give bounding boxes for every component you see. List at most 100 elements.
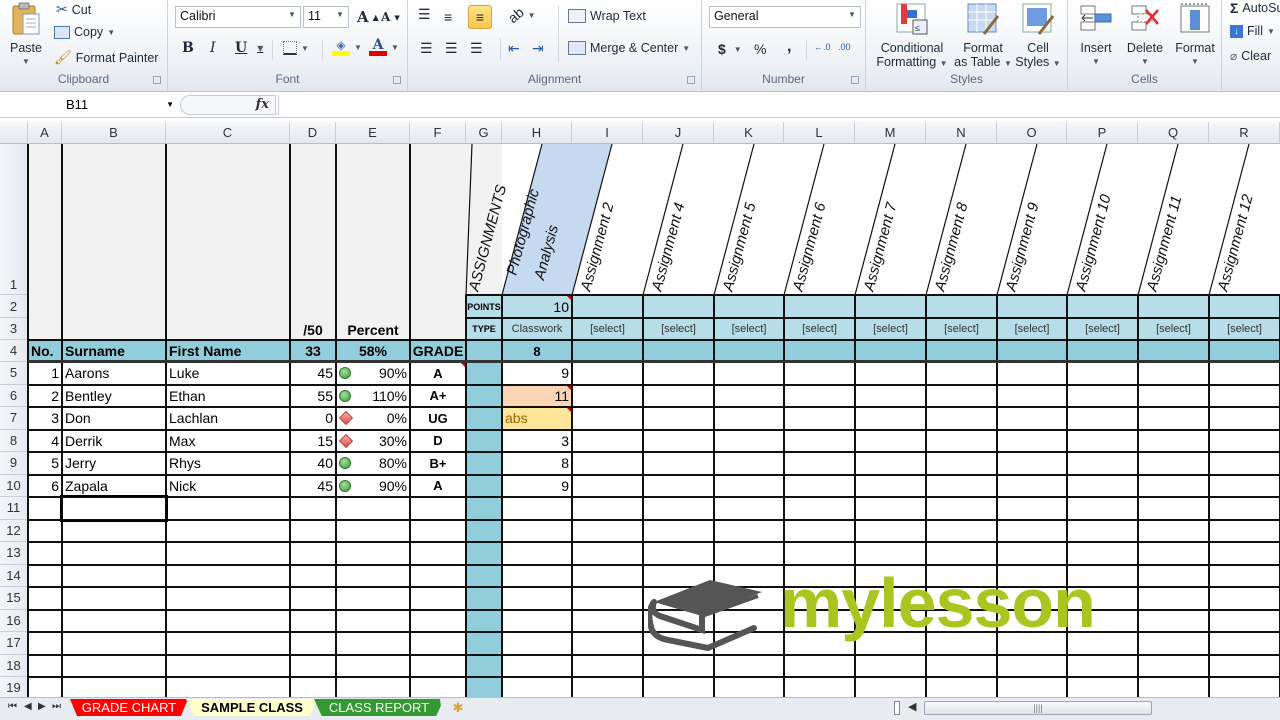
assignment-type-select[interactable]: [select]: [643, 318, 714, 340]
paste-button[interactable]: Paste ▼: [4, 2, 48, 69]
format-painter-button[interactable]: 🖌 Format Painter: [54, 49, 158, 66]
insert-sheet-button[interactable]: ✱: [440, 699, 476, 716]
student-first-name[interactable]: Luke: [166, 362, 290, 385]
row-header-8[interactable]: 8: [0, 429, 28, 452]
row-header-18[interactable]: 18: [0, 654, 28, 677]
student-surname[interactable]: Zapala: [62, 475, 166, 498]
assignment-type-select[interactable]: [select]: [784, 318, 855, 340]
student-surname[interactable]: Aarons: [62, 362, 166, 385]
fill-color-button[interactable]: ◈ ▼: [332, 38, 362, 56]
row-header-16[interactable]: 16: [0, 609, 28, 632]
student-percent[interactable]: 110%: [336, 385, 410, 408]
copy-button[interactable]: Copy ▼: [54, 25, 115, 39]
assignment-points-cell[interactable]: [714, 295, 784, 318]
student-score-cell[interactable]: 3: [502, 430, 572, 453]
student-score-cell[interactable]: 11: [502, 384, 572, 407]
insert-function-icon[interactable]: fx: [256, 97, 269, 112]
assignment-points-cell[interactable]: [855, 295, 926, 318]
student-percent[interactable]: 0%: [336, 407, 410, 430]
student-number[interactable]: 4: [28, 430, 62, 453]
next-sheet-icon[interactable]: ▶: [38, 701, 46, 712]
student-score-cell[interactable]: 9: [502, 362, 572, 385]
row-header-7[interactable]: 7: [0, 407, 28, 430]
student-surname[interactable]: Bentley: [62, 385, 166, 408]
align-left-button[interactable]: ☰: [420, 40, 433, 57]
row-header-4[interactable]: 4: [0, 340, 28, 362]
assignment-points-cell[interactable]: 10: [502, 295, 572, 318]
align-middle-button[interactable]: ≡: [444, 9, 452, 25]
student-grade[interactable]: D: [410, 430, 466, 453]
student-total[interactable]: 15: [290, 430, 336, 453]
split-handle[interactable]: [894, 701, 900, 715]
number-launcher-icon[interactable]: [851, 76, 859, 84]
student-number[interactable]: 6: [28, 475, 62, 498]
student-grade[interactable]: UG: [410, 407, 466, 430]
fill-button[interactable]: ↓ Fill ▼: [1230, 24, 1275, 38]
assignment-type-select[interactable]: [select]: [1138, 318, 1209, 340]
align-right-button[interactable]: ☰: [470, 40, 483, 57]
assignment-type-select[interactable]: Classwork: [502, 318, 572, 340]
assignment-points-cell[interactable]: [1209, 295, 1280, 318]
assignment-type-select[interactable]: [select]: [855, 318, 926, 340]
student-grade[interactable]: A: [410, 362, 466, 385]
tab-class-report[interactable]: CLASS REPORT: [314, 699, 444, 716]
font-launcher-icon[interactable]: [393, 76, 401, 84]
assignment-type-select[interactable]: [select]: [926, 318, 997, 340]
decrease-indent-button[interactable]: ⇤: [508, 40, 520, 57]
scroll-left-icon[interactable]: ◀: [908, 700, 916, 713]
student-total[interactable]: 45: [290, 475, 336, 498]
increase-decimal-button[interactable]: ←.0: [814, 42, 831, 52]
clear-button[interactable]: ⌀ Clear: [1230, 49, 1271, 63]
student-number[interactable]: 5: [28, 452, 62, 475]
student-first-name[interactable]: Max: [166, 430, 290, 453]
font-size-select[interactable]: 11 ▼: [303, 6, 349, 28]
row-header-11[interactable]: 11: [0, 497, 28, 520]
row-header-14[interactable]: 14: [0, 564, 28, 587]
student-first-name[interactable]: Ethan: [166, 385, 290, 408]
student-total[interactable]: 55: [290, 385, 336, 408]
selected-cell-b11[interactable]: [60, 495, 168, 522]
student-surname[interactable]: Jerry: [62, 452, 166, 475]
bold-button[interactable]: B: [182, 40, 194, 56]
cell-styles-button[interactable]: Cell Styles ▼: [1012, 2, 1064, 71]
tab-sample-class[interactable]: SAMPLE CLASS: [186, 699, 318, 716]
first-sheet-icon[interactable]: ⏮: [8, 701, 17, 712]
increase-indent-button[interactable]: ⇥: [532, 40, 544, 57]
name-box[interactable]: B11 ▼: [0, 95, 178, 115]
row-header-3[interactable]: 3: [0, 318, 28, 340]
align-top-button[interactable]: ☰: [418, 6, 431, 23]
assignment-points-cell[interactable]: [997, 295, 1067, 318]
delete-button[interactable]: Delete ▼: [1120, 2, 1170, 69]
align-center-button[interactable]: ☰: [445, 40, 458, 57]
assignment-points-cell[interactable]: [1138, 295, 1209, 318]
cut-button[interactable]: ✂ Cut: [56, 1, 91, 18]
font-color-button[interactable]: A ▼: [369, 38, 399, 56]
row-header-5[interactable]: 5: [0, 362, 28, 385]
insert-button[interactable]: Insert ▼: [1072, 2, 1120, 69]
merge-center-button[interactable]: Merge & Center ▼: [568, 41, 690, 55]
row-header-19[interactable]: 19: [0, 677, 28, 697]
grow-font-button[interactable]: A ▲: [357, 8, 379, 26]
row-header-12[interactable]: 12: [0, 519, 28, 542]
format-as-table-button[interactable]: Format as Table ▼: [952, 2, 1014, 71]
conditional-formatting-button[interactable]: ≤ Conditional Formatting ▼: [872, 2, 952, 71]
student-surname[interactable]: Derrik: [62, 430, 166, 453]
underline-button[interactable]: U ▼: [235, 40, 263, 56]
row-header-15[interactable]: 15: [0, 587, 28, 610]
italic-button[interactable]: I: [210, 40, 216, 56]
row-header-17[interactable]: 17: [0, 632, 28, 655]
autosum-button[interactable]: ΣAutoSum: [1230, 0, 1280, 16]
align-bottom-button[interactable]: ≡: [468, 5, 492, 29]
student-total[interactable]: 45: [290, 362, 336, 385]
borders-button[interactable]: ▼: [283, 41, 309, 55]
student-grade[interactable]: A+: [410, 385, 466, 408]
format-button[interactable]: Format ▼: [1170, 2, 1220, 69]
student-score-cell[interactable]: 8: [502, 452, 572, 475]
student-score-cell[interactable]: 9: [502, 475, 572, 498]
row-header-2[interactable]: 2: [0, 295, 28, 318]
student-percent[interactable]: 90%: [336, 362, 410, 385]
assignment-type-select[interactable]: [select]: [997, 318, 1067, 340]
tab-grade-chart[interactable]: GRADE CHART: [70, 699, 188, 716]
assignment-type-select[interactable]: [select]: [1067, 318, 1138, 340]
currency-button[interactable]: $ ▼: [718, 41, 742, 57]
